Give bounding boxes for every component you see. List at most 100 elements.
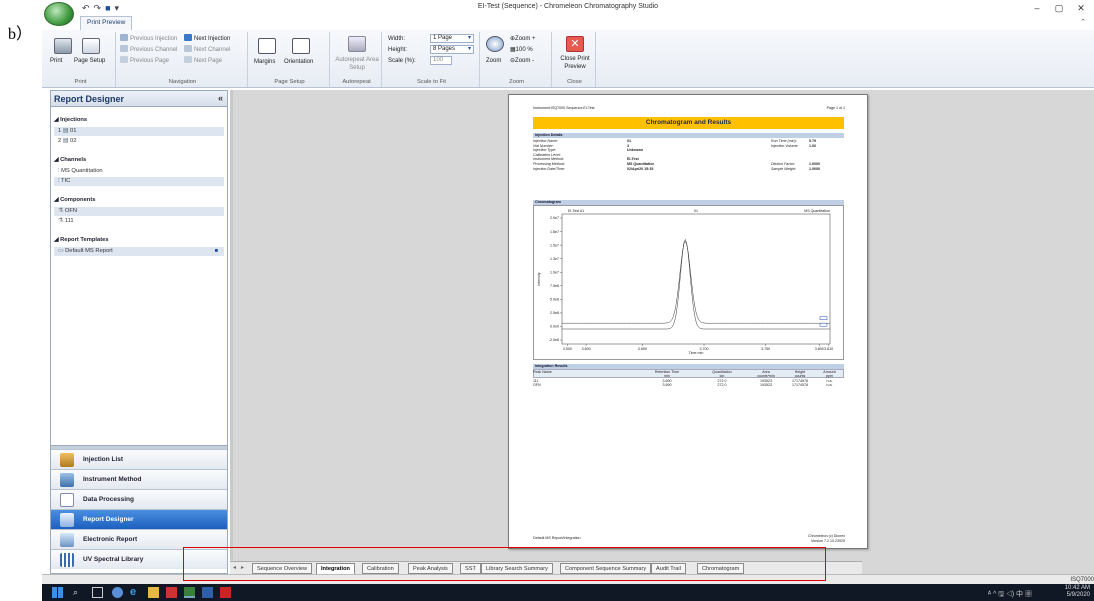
- zoom-out-button[interactable]: ⊖Zoom -: [510, 57, 534, 65]
- component-item[interactable]: ⚗ OFN: [54, 207, 224, 216]
- page-header-right: Page 1 of 1: [826, 106, 845, 110]
- task-view-icon[interactable]: [92, 587, 103, 598]
- uv-spectral-library-icon: [60, 553, 74, 567]
- app-icon[interactable]: [112, 587, 123, 598]
- nav-electronic-report[interactable]: Electronic Report: [51, 529, 227, 549]
- orientation-icon: [292, 38, 310, 54]
- injection-item[interactable]: 1 ▤ 01: [54, 127, 224, 136]
- next-injection-button[interactable]: Next Injection: [184, 34, 230, 43]
- x-tick-label: 3.650: [638, 347, 647, 351]
- group-label-navigation: Navigation: [168, 79, 197, 85]
- word-icon[interactable]: [202, 587, 213, 598]
- zoom-button[interactable]: Zoom: [486, 57, 501, 65]
- height-dropdown[interactable]: 8 Pages ▾: [430, 45, 474, 54]
- clock[interactable]: 10:42 AM 5/9/2020: [1065, 585, 1090, 599]
- channel-item[interactable]: ⫶ TIC: [54, 177, 224, 186]
- splitter-handle[interactable]: [230, 90, 233, 560]
- maximize-button[interactable]: ▢: [1048, 3, 1070, 14]
- report-title: Chromatogram and Results: [533, 117, 844, 129]
- integration-cell: 3.690: [662, 383, 672, 387]
- integration-cell: 17174578: [792, 383, 808, 387]
- status-instrument: ISQ7000: [1070, 577, 1094, 583]
- y-tick-label: 1.3e7: [550, 257, 559, 261]
- component-item[interactable]: ⚗ 111: [54, 217, 224, 226]
- y-tick-label: -2.0e6: [549, 338, 559, 342]
- ribbon-minimize-icon[interactable]: ⌃: [1080, 18, 1086, 26]
- zoom-100-button[interactable]: ▦100 %: [510, 46, 533, 54]
- windows-start-icon[interactable]: [52, 587, 63, 598]
- injection-detail-cell: 1.00: [809, 143, 816, 148]
- section-components[interactable]: ◢ Components: [54, 197, 96, 203]
- redo-icon[interactable]: ↷: [94, 3, 102, 13]
- y-tick-label: 2.0e7: [550, 216, 559, 220]
- ribbon-group-close: ✕ Close Print Preview Close: [554, 32, 596, 87]
- next-page-button[interactable]: Next Page: [184, 56, 222, 65]
- zoom-in-button[interactable]: ⊕Zoom +: [510, 35, 536, 43]
- nav-report-designer[interactable]: Report Designer: [51, 509, 227, 529]
- close-print-preview-button[interactable]: Close Print Preview: [556, 55, 594, 71]
- powerpoint-icon[interactable]: [166, 587, 177, 598]
- autorepeat-area-setup-button[interactable]: Autorepeat Area Setup: [334, 56, 380, 72]
- search-icon[interactable]: ⌕: [73, 587, 84, 598]
- save-icon[interactable]: ■: [105, 3, 110, 13]
- section-report-templates[interactable]: ◢ Report Templates: [54, 237, 109, 243]
- system-tray-icons[interactable]: ᴬ ^ 🖫 ◁) 中 ▦: [988, 589, 1032, 601]
- collapse-panel-icon[interactable]: «: [218, 93, 223, 103]
- data-processing-icon: [60, 493, 74, 507]
- file-explorer-icon[interactable]: [148, 587, 159, 598]
- x-tick-label: 3.500: [563, 347, 572, 351]
- previous-channel-button[interactable]: Previous Channel: [120, 45, 177, 54]
- peak-label-marker: [819, 316, 828, 320]
- y-tick-label: 0.0e0: [550, 325, 559, 329]
- injection-detail-cell: Injection Date/Time:: [533, 166, 565, 171]
- channel-icon: ⫶: [58, 168, 60, 174]
- report-designer-icon: [60, 513, 74, 527]
- injection-item[interactable]: 2 ▤ 02: [54, 137, 224, 146]
- next-channel-button[interactable]: Next Channel: [184, 45, 230, 54]
- next-injection-icon: [184, 34, 192, 41]
- width-dropdown[interactable]: 1 Page ▾: [430, 34, 474, 43]
- height-label: Height:: [388, 47, 408, 53]
- nav-instrument-method[interactable]: Instrument Method: [51, 469, 227, 489]
- qat-dropdown-icon[interactable]: ▾: [115, 3, 120, 13]
- injection-detail-cell: Unknown: [627, 148, 644, 153]
- injection-list-icon: [60, 453, 74, 467]
- margins-icon: [258, 38, 276, 54]
- group-label-close: Close: [567, 79, 582, 85]
- legend-right: MS Quantitation: [804, 209, 830, 213]
- template-item[interactable]: ▭ Default MS Report ■: [54, 247, 224, 256]
- margins-button[interactable]: Margins: [254, 58, 275, 66]
- page-setup-button[interactable]: Page Setup: [74, 57, 105, 65]
- integration-cell: min: [664, 373, 670, 378]
- tab-print-preview[interactable]: Print Preview: [80, 16, 133, 30]
- page-setup-icon: [82, 38, 100, 54]
- previous-page-button[interactable]: Previous Page: [120, 56, 169, 65]
- section-channels[interactable]: ◢ Channels: [54, 157, 86, 163]
- chromeleon-taskbar-icon[interactable]: [184, 587, 195, 598]
- legend-left: EI-Test #1: [568, 209, 584, 213]
- edge-browser-icon[interactable]: e: [130, 587, 141, 598]
- nav-injection-list[interactable]: Injection List: [51, 449, 227, 469]
- nav-data-processing[interactable]: Data Processing: [51, 489, 227, 509]
- print-preview-area[interactable]: Instrument:ISQ7000 Sequence:EI-Test Page…: [230, 90, 1094, 574]
- integration-cell: ion: [719, 373, 725, 378]
- y-tick-label: 1.0e7: [550, 270, 559, 274]
- orientation-button[interactable]: Orientation: [284, 58, 313, 66]
- pdf-reader-icon[interactable]: [220, 587, 231, 598]
- scale-input[interactable]: 100: [430, 56, 452, 65]
- integration-cell: 193523: [760, 383, 772, 387]
- undo-icon[interactable]: ↶: [82, 3, 90, 13]
- print-button[interactable]: Print: [50, 57, 62, 65]
- y-tick-label: 2.5e6: [550, 311, 559, 315]
- ribbon-group-navigation: Previous Injection Next Injection Previo…: [118, 32, 248, 87]
- close-window-button[interactable]: ✕: [1070, 3, 1092, 14]
- minimize-button[interactable]: –: [1026, 3, 1048, 13]
- save-template-icon[interactable]: ■: [214, 247, 218, 256]
- channel-item[interactable]: ⫶ MS Quantitation: [54, 167, 224, 176]
- quick-access-toolbar: ↶ ↷ ■ ▾: [82, 3, 123, 14]
- group-label-zoom: Zoom: [509, 79, 524, 85]
- y-tick-label: 1.5e7: [550, 243, 559, 247]
- integration-cell: counts: [794, 373, 806, 378]
- previous-injection-button[interactable]: Previous Injection: [120, 34, 177, 43]
- section-injections[interactable]: ◢ Injections: [54, 117, 87, 123]
